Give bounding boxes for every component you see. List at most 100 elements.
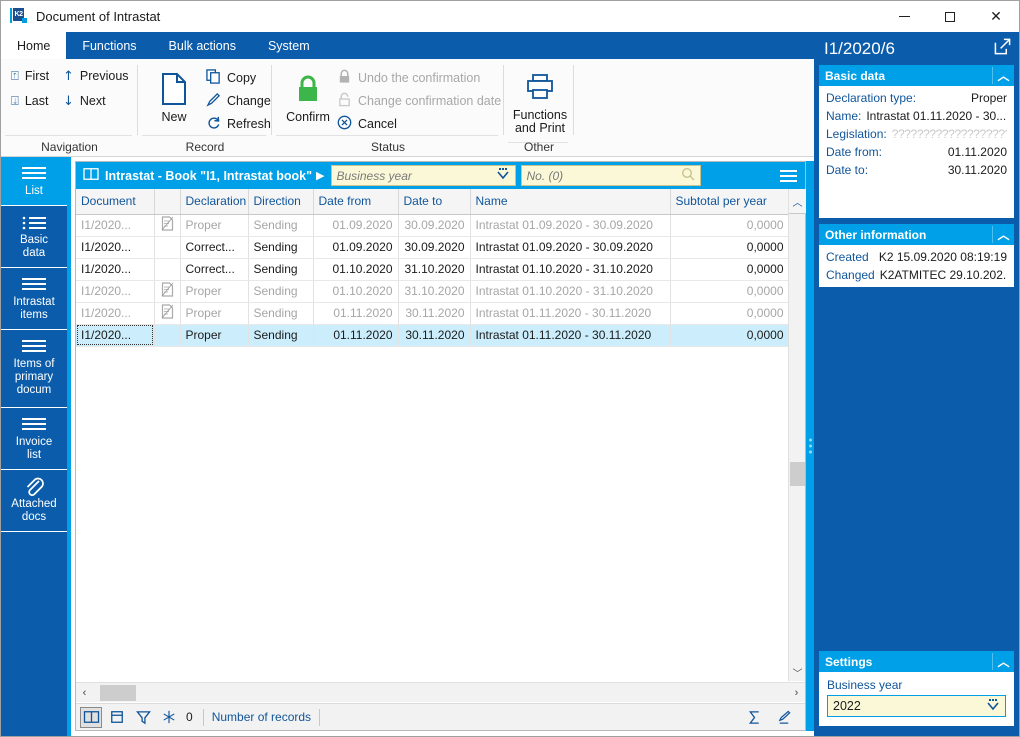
tab-system[interactable]: System [252,32,326,59]
settings-header[interactable]: Settings ︿ [819,651,1014,672]
dropdown-calendar-icon[interactable] [496,168,510,183]
book-view-icon[interactable] [80,706,102,728]
table-row[interactable]: I1/2020... Correct... Sending 01.09.2020… [76,236,788,259]
chevron-up-icon[interactable]: ︿ [992,226,1014,243]
pencil-edit-icon[interactable] [773,707,795,728]
cell-name: Intrastat 01.10.2020 - 31.10.2020 [470,280,671,303]
chevron-up-icon[interactable]: ︿ [992,67,1014,84]
col-name[interactable]: Name [470,189,671,215]
detail-row-date-to: Date to: 30.11.2020 [819,161,1014,179]
sidebar-item-intrastat-items[interactable]: Intrastat items [1,268,67,330]
col-date-from[interactable]: Date from [313,189,399,215]
functions-and-print-button[interactable]: Functions and Print [511,65,569,135]
col-subtotal-per-year[interactable]: Subtotal per year [670,189,788,215]
number-of-records-label[interactable]: Number of records [212,710,311,724]
cell-name: Intrastat 01.11.2020 - 30.11.2020 [470,302,671,325]
snowflake-icon[interactable] [158,707,180,728]
next-button[interactable]: ↓ Next [63,94,106,108]
open-in-new-window-icon[interactable] [994,38,1011,60]
business-year-filter-input[interactable]: Business year [330,165,516,186]
last-button[interactable]: ⍗ Last [11,94,48,108]
title-bar: K2 Document of Intrastat ✕ [1,1,1019,32]
panel-splitter[interactable] [806,161,814,731]
sort-asc-icon[interactable]: ︿ [789,189,806,214]
row-value: ???????????????????????? [891,127,1007,141]
vertical-scrollbar-thumb[interactable] [790,462,805,486]
sidebar-item-items-of-primary-document[interactable]: Items of primary docum [1,330,67,408]
other-information-header[interactable]: Other information ︿ [819,224,1014,245]
row-label: Created [826,250,869,264]
maximize-icon[interactable] [927,1,973,32]
cell-subtotal: 0,0000 [670,258,788,281]
vertical-scrollbar[interactable]: ︿ ﹀ [788,189,806,681]
row-value: 01.11.2020 [947,145,1007,159]
sidebar-item-label: List [25,185,43,197]
previous-button[interactable]: ↑ Previous [63,69,129,83]
sidebar-item-list[interactable]: List [1,157,67,206]
status-bar-right [743,707,801,728]
table-row-selected[interactable]: I1/2020... Proper Sending 01.11.2020 30.… [76,324,788,347]
cancel-button[interactable]: Cancel [337,115,397,133]
cell-direction: Sending [248,214,314,237]
chevron-up-icon[interactable]: ︿ [992,653,1014,670]
filter-icon[interactable] [132,707,154,728]
dropdown-calendar-icon[interactable] [986,698,1000,714]
scroll-right-icon[interactable]: › [788,687,805,699]
settings-section: Settings ︿ Business year 2022 [819,651,1014,726]
group-underline [5,135,132,136]
col-date-to[interactable]: Date to [398,189,471,215]
book-icon [83,167,99,184]
table-row[interactable]: I1/2020... Proper Sending 01.09.2020 30.… [76,214,788,237]
new-button[interactable]: New [146,67,202,124]
list-icon [3,163,65,185]
filter-caret-icon[interactable]: ▶ [312,169,330,182]
horizontal-scrollbar-track[interactable] [93,683,788,703]
lock-closed-green-icon [280,67,336,111]
table-row[interactable]: I1/2020... Proper Sending 01.11.2020 30.… [76,302,788,325]
cell-date-to: 30.11.2020 [398,302,471,325]
cell-subtotal: 0,0000 [670,214,788,237]
row-label: Declaration type: [826,91,917,105]
search-icon[interactable] [681,167,695,184]
cell-subtotal: 0,0000 [670,302,788,325]
change-button[interactable]: Change [206,92,271,110]
card-view-icon[interactable] [106,707,128,728]
col-document[interactable]: Document [76,189,155,215]
sidebar-item-attached-docs[interactable]: Attached docs [1,470,67,532]
cell-document: I1/2020... [76,302,155,325]
scroll-left-icon[interactable]: ‹ [76,687,93,699]
k2-logo-icon: K2 [10,7,28,25]
hamburger-menu-icon[interactable] [772,167,805,185]
sidebar: List Basic data Intrastat items Items of… [1,157,71,736]
search-no-input[interactable]: No. (0) [520,165,701,186]
grid-scroll-area: Document Declaration Direction Date from… [76,189,788,681]
table-row[interactable]: I1/2020... Proper Sending 01.10.2020 31.… [76,280,788,303]
refresh-button[interactable]: Refresh [206,115,271,133]
sigma-icon[interactable] [743,707,765,728]
tab-bulk-actions[interactable]: Bulk actions [153,32,252,59]
cell-date-from: 01.09.2020 [313,214,399,237]
cell-subtotal: 0,0000 [670,236,788,259]
minimize-icon[interactable] [881,1,927,32]
sidebar-item-invoice-list[interactable]: Invoice list [1,408,67,470]
horizontal-scrollbar-thumb[interactable] [100,684,136,701]
sidebar-item-basic-data[interactable]: Basic data [1,206,67,268]
table-row[interactable]: I1/2020... Correct... Sending 01.10.2020… [76,258,788,281]
col-flag[interactable] [154,189,181,215]
list-icon [3,336,65,358]
cell-declaration: Proper [180,280,249,303]
business-year-input[interactable]: 2022 [827,695,1006,717]
horizontal-scrollbar[interactable]: ‹ › [76,682,805,702]
tab-home[interactable]: Home [1,32,67,59]
col-direction[interactable]: Direction [248,189,314,215]
first-button[interactable]: ⍐ First [11,69,49,83]
basic-data-header[interactable]: Basic data ︿ [819,65,1014,86]
copy-button[interactable]: Copy [206,69,256,87]
confirm-button[interactable]: Confirm [280,67,336,124]
other-information-section: Other information ︿ Created K2 15.09.202… [819,224,1014,287]
close-icon[interactable]: ✕ [973,1,1019,32]
cell-flag [154,236,181,259]
tab-functions[interactable]: Functions [66,32,152,59]
col-declaration[interactable]: Declaration [180,189,249,215]
scroll-down-icon[interactable]: ﹀ [789,664,806,681]
